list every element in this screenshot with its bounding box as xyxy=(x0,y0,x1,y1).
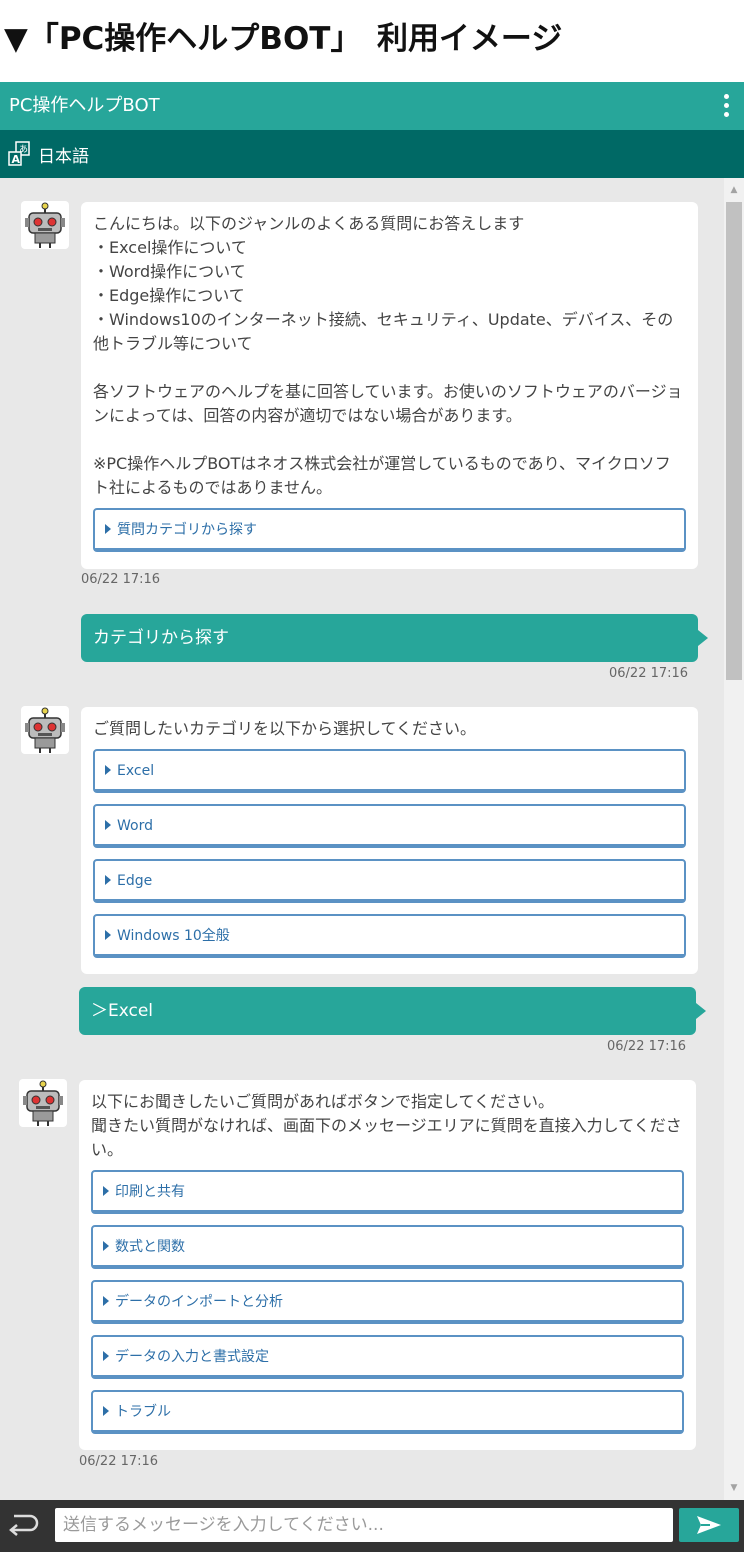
kebab-menu-icon[interactable] xyxy=(722,94,730,120)
option-formulas[interactable]: 数式と関数 xyxy=(91,1225,684,1269)
caret-right-icon xyxy=(105,875,111,885)
bot-message-text: ご質問したいカテゴリを以下から選択してください。 xyxy=(93,719,477,738)
app-title: PC操作ヘルプBOT xyxy=(9,95,160,116)
option-label: Excel xyxy=(117,763,155,779)
option-excel[interactable]: Excel xyxy=(93,749,686,793)
caret-right-icon xyxy=(103,1186,109,1196)
timestamp: 06/22 17:16 xyxy=(79,1454,159,1469)
robot-icon xyxy=(25,707,65,753)
page-heading: ▼「PC操作ヘルプBOT」 利用イメージ xyxy=(4,21,563,57)
option-label: Windows 10全般 xyxy=(117,928,230,944)
scroll-thumb[interactable] xyxy=(726,202,742,680)
language-bar: あ A 日本語 xyxy=(0,130,744,178)
option-trouble[interactable]: トラブル xyxy=(91,1390,684,1434)
scrollbar[interactable]: ▲ ▼ xyxy=(724,178,744,1500)
caret-right-icon xyxy=(103,1406,109,1416)
timestamp: 06/22 17:16 xyxy=(81,572,161,587)
bot-avatar xyxy=(21,706,69,754)
language-selector[interactable]: あ A 日本語 xyxy=(8,138,89,170)
option-label: Word xyxy=(117,818,153,834)
bot-avatar xyxy=(19,1079,67,1127)
option-label: データの入力と書式設定 xyxy=(115,1349,269,1365)
user-message: ＞Excel xyxy=(79,987,706,1035)
timestamp: 06/22 17:16 xyxy=(607,1039,687,1054)
caret-right-icon xyxy=(103,1241,109,1251)
composer-bar xyxy=(0,1500,744,1552)
option-word[interactable]: Word xyxy=(93,804,686,848)
svg-text:A: A xyxy=(12,153,21,166)
bot-message: ご質問したいカテゴリを以下から選択してください。 Excel Word Edge… xyxy=(81,707,698,974)
scroll-down-icon[interactable]: ▼ xyxy=(724,1478,744,1498)
language-label: 日本語 xyxy=(38,146,89,167)
option-label: 数式と関数 xyxy=(115,1239,185,1255)
option-data-import[interactable]: データのインポートと分析 xyxy=(91,1280,684,1324)
caret-right-icon xyxy=(103,1351,109,1361)
timestamp: 06/22 17:16 xyxy=(609,666,689,681)
user-message: カテゴリから探す xyxy=(81,614,708,662)
send-icon xyxy=(697,1516,721,1534)
robot-icon xyxy=(25,202,65,248)
user-message-text: カテゴリから探す xyxy=(93,628,229,648)
chat-area: こんにちは。以下のジャンルのよくある質問にお答えします ・Excel操作について… xyxy=(0,178,724,1500)
app-header: PC操作ヘルプBOT xyxy=(0,82,744,130)
option-data-entry[interactable]: データの入力と書式設定 xyxy=(91,1335,684,1379)
bot-message: 以下にお聞きしたいご質問があればボタンで指定してください。 聞きたい質問がなけれ… xyxy=(79,1080,696,1450)
scroll-up-icon[interactable]: ▲ xyxy=(724,180,744,200)
option-print-share[interactable]: 印刷と共有 xyxy=(91,1170,684,1214)
caret-right-icon xyxy=(105,765,111,775)
message-input[interactable] xyxy=(55,1508,673,1542)
caret-right-icon xyxy=(105,524,111,534)
user-message-text: ＞Excel xyxy=(91,1001,154,1021)
option-label: Edge xyxy=(117,873,153,889)
option-label: 質問カテゴリから探す xyxy=(117,522,257,538)
bot-message: こんにちは。以下のジャンルのよくある質問にお答えします ・Excel操作について… xyxy=(81,202,698,569)
option-edge[interactable]: Edge xyxy=(93,859,686,903)
option-button[interactable]: 質問カテゴリから探す xyxy=(93,508,686,552)
back-arrow-icon[interactable] xyxy=(6,1510,40,1540)
bot-avatar xyxy=(21,201,69,249)
send-button[interactable] xyxy=(679,1508,739,1542)
caret-right-icon xyxy=(105,930,111,940)
bot-message-text: 以下にお聞きしたいご質問があればボタンで指定してください。 聞きたい質問がなけれ… xyxy=(91,1092,682,1159)
option-label: データのインポートと分析 xyxy=(115,1294,283,1310)
bot-message-text: こんにちは。以下のジャンルのよくある質問にお答えします ・Excel操作について… xyxy=(93,214,683,497)
option-windows10[interactable]: Windows 10全般 xyxy=(93,914,686,958)
option-label: 印刷と共有 xyxy=(115,1184,185,1200)
caret-right-icon xyxy=(103,1296,109,1306)
caret-right-icon xyxy=(105,820,111,830)
robot-icon xyxy=(23,1080,63,1126)
translate-icon: あ A xyxy=(8,141,32,167)
option-label: トラブル xyxy=(115,1404,171,1420)
